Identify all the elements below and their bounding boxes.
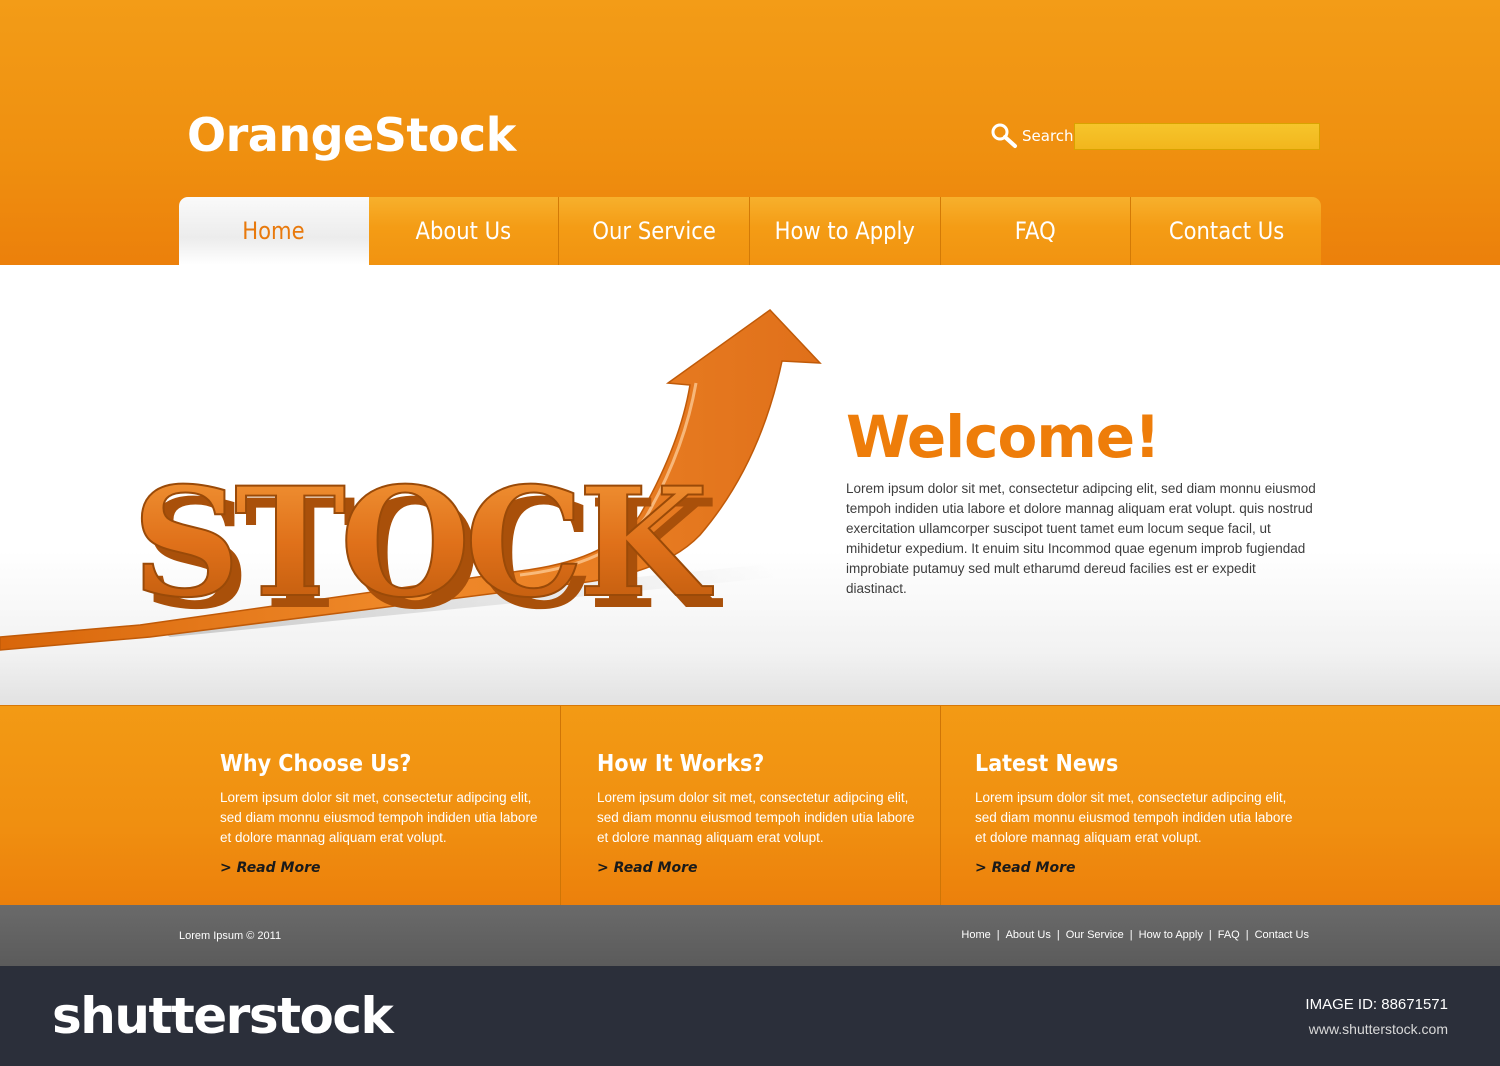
image-id-label: IMAGE ID: 88671571 [1305, 996, 1448, 1013]
nav-item-contact-us[interactable]: Contact Us [1131, 197, 1322, 265]
footer-separator: | [1245, 929, 1249, 941]
footer-separator: | [1208, 929, 1212, 941]
footer-link-faq[interactable]: FAQ [1218, 929, 1240, 941]
footer-link-how-to-apply[interactable]: How to Apply [1139, 929, 1203, 941]
feature-how-it-works: How It Works? Lorem ipsum dolor sit met,… [597, 746, 917, 877]
footer-separator: | [1129, 929, 1133, 941]
feature-text: Lorem ipsum dolor sit met, consectetur a… [220, 790, 538, 845]
read-more-link[interactable]: > Read More [220, 860, 320, 876]
footer-link-contact-us[interactable]: Contact Us [1255, 929, 1309, 941]
stock-credit-bar: shutterstock IMAGE ID: 88671571 www.shut… [0, 966, 1500, 1066]
welcome-paragraph: Lorem ipsum dolor sit met, consectetur a… [846, 481, 1316, 596]
nav-label: How to Apply [774, 217, 916, 245]
nav-label: About Us [415, 217, 512, 245]
search-input[interactable] [1074, 123, 1320, 150]
footer-link-our-service[interactable]: Our Service [1066, 929, 1124, 941]
nav-item-faq[interactable]: FAQ [940, 197, 1132, 265]
nav-label: Contact Us [1168, 217, 1284, 245]
stock-3d-word: STOCK STOCK [131, 454, 729, 643]
footer-separator: | [1056, 929, 1060, 941]
feature-title: Latest News [975, 751, 1119, 777]
copyright-text: Lorem Ipsum © 2011 [179, 930, 282, 942]
footer-link-about-us[interactable]: About Us [1006, 929, 1051, 941]
image-url: www.shutterstock.com [1308, 1021, 1448, 1037]
welcome-heading: Welcome! [846, 403, 1161, 471]
feature-why-choose-us: Why Choose Us? Lorem ipsum dolor sit met… [220, 746, 540, 877]
nav-label: Home [242, 217, 306, 245]
nav-item-how-to-apply[interactable]: How to Apply [750, 197, 941, 265]
stock-brand-logo: shutterstock [52, 987, 394, 1045]
footer-separator: | [996, 929, 1000, 941]
feature-title: Why Choose Us? [220, 751, 412, 777]
feature-title: How It Works? [597, 751, 765, 777]
site-header: OrangeStock Search Home About Us Our Ser… [0, 0, 1500, 265]
features-band: Why Choose Us? Lorem ipsum dolor sit met… [0, 705, 1500, 906]
feature-latest-news: Latest News Lorem ipsum dolor sit met, c… [975, 746, 1295, 877]
hero-section: STOCK STOCK Welcome! Lorem ipsum dolor s… [0, 265, 1500, 705]
nav-item-our-service[interactable]: Our Service [559, 197, 751, 265]
read-more-link[interactable]: > Read More [597, 860, 697, 876]
read-more-link[interactable]: > Read More [975, 860, 1075, 876]
nav-label: FAQ [1015, 217, 1056, 245]
feature-text: Lorem ipsum dolor sit met, consectetur a… [975, 790, 1293, 845]
column-divider [940, 706, 941, 906]
search-icon[interactable] [990, 122, 1018, 150]
footer-nav: Home | About Us | Our Service | How to A… [961, 929, 1309, 941]
nav-label: Our Service [592, 217, 716, 245]
nav-item-about-us[interactable]: About Us [368, 197, 560, 265]
site-logo[interactable]: OrangeStock [187, 108, 516, 162]
stock-arrow-illustration: STOCK STOCK [0, 309, 822, 651]
column-divider [560, 706, 561, 906]
nav-item-home[interactable]: Home [179, 197, 369, 265]
stock-word-face: STOCK [132, 455, 713, 631]
search-label: Search [1022, 127, 1074, 145]
feature-text: Lorem ipsum dolor sit met, consectetur a… [597, 790, 915, 845]
footer-link-home[interactable]: Home [961, 929, 990, 941]
search-label-group: Search [990, 122, 1074, 150]
main-nav: Home About Us Our Service How to Apply F… [179, 197, 1322, 265]
site-footer: Lorem Ipsum © 2011 Home | About Us | Our… [0, 905, 1500, 966]
